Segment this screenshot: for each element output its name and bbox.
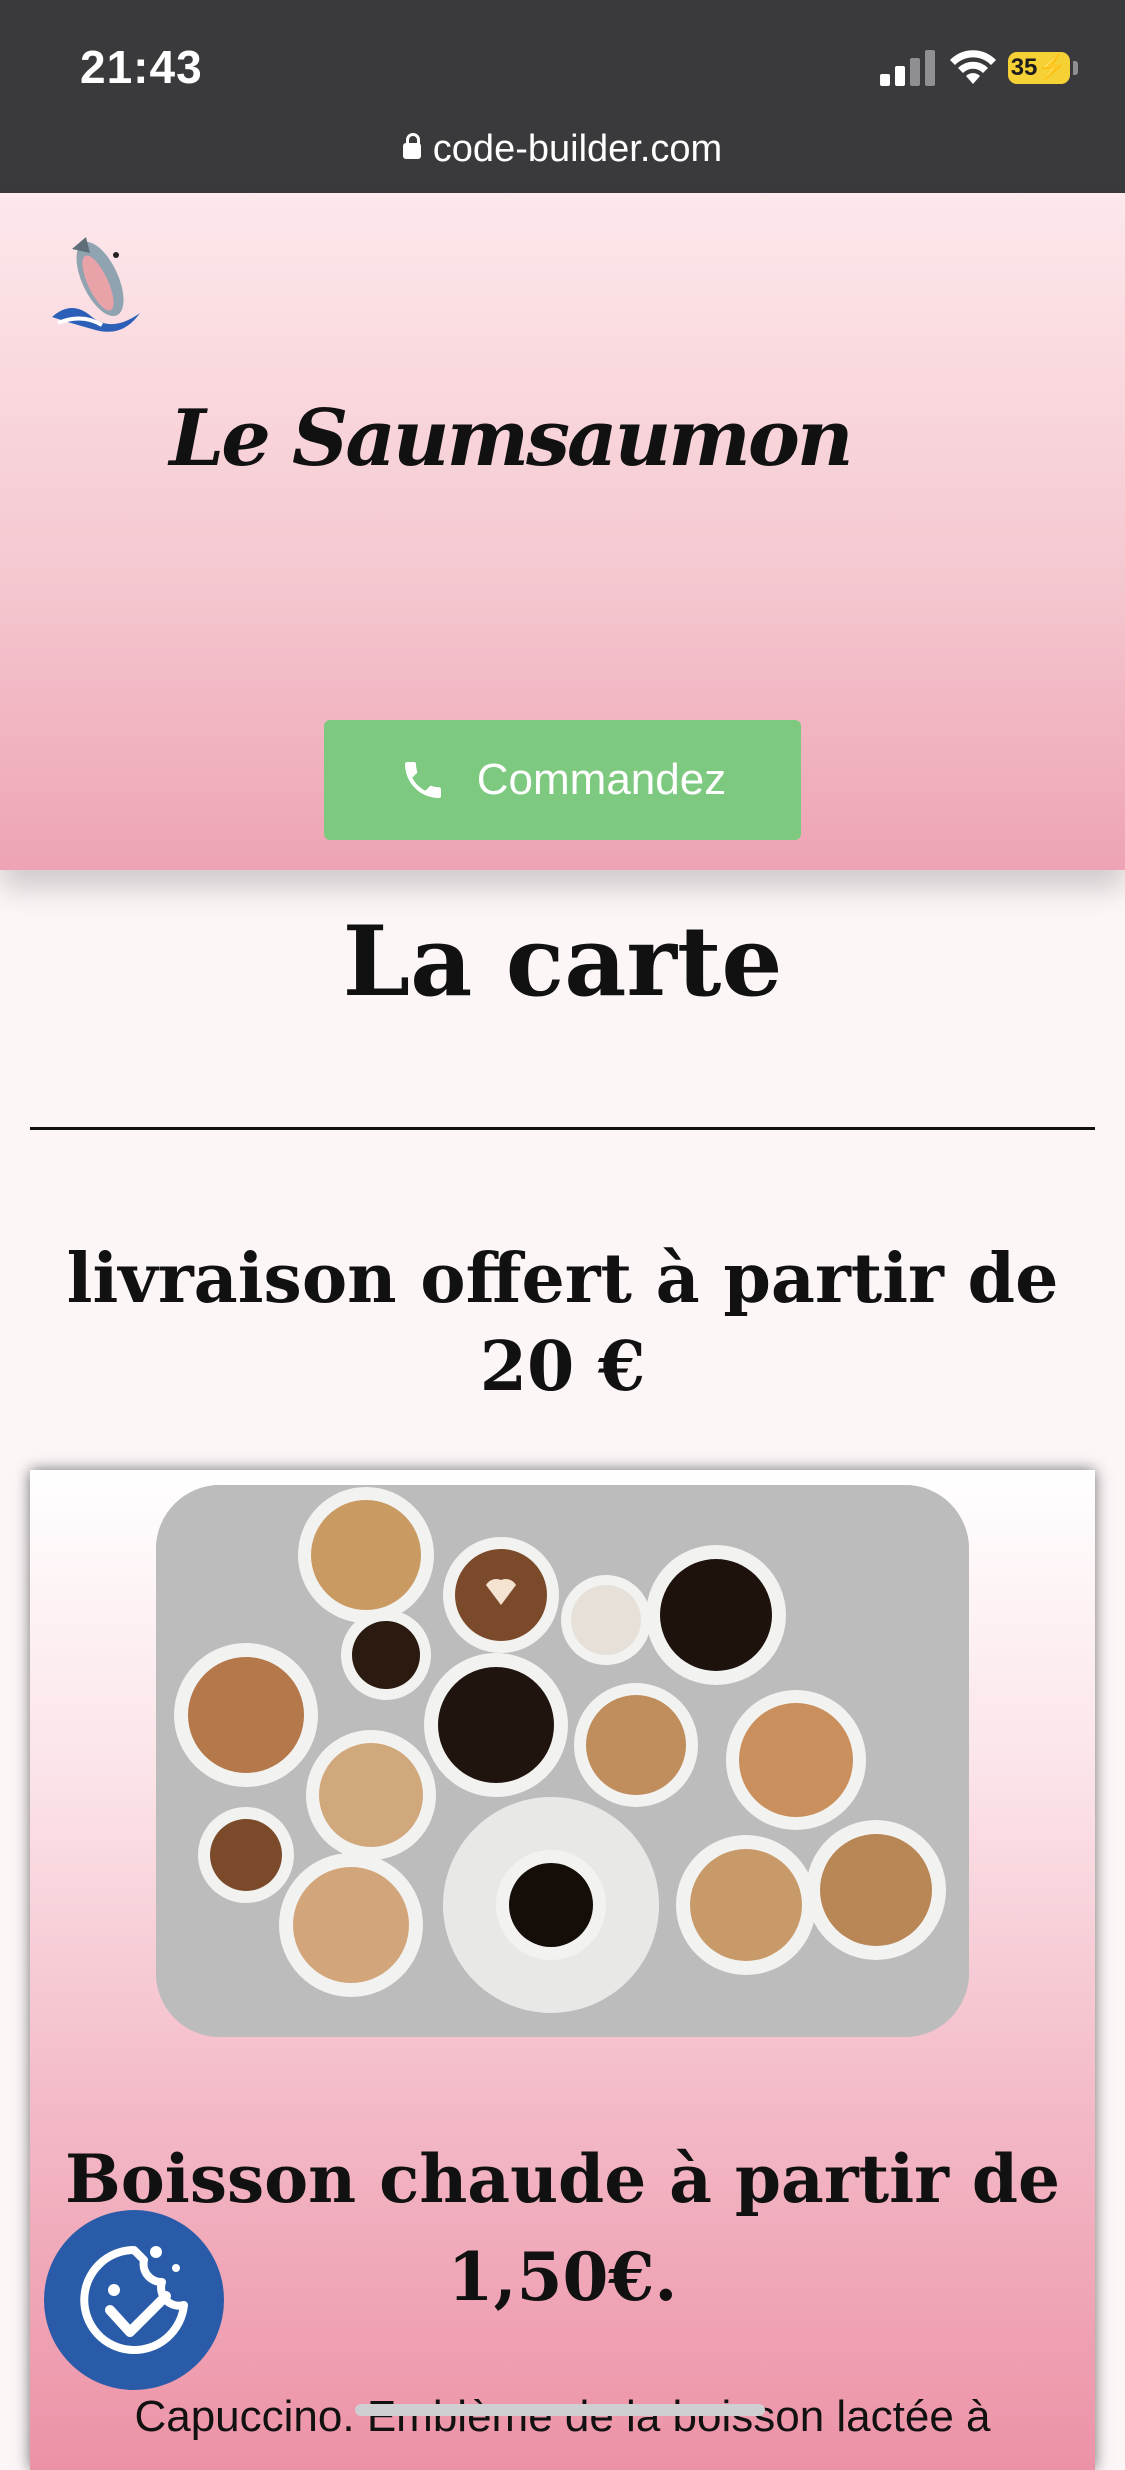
- section-title: La carte: [342, 905, 783, 1018]
- card-description: Capuccino. Emblème de la boisson lactée …: [134, 2392, 991, 2441]
- site-title: Le Saumsaumon: [169, 393, 853, 484]
- coffee-cups-image: [156, 1485, 969, 2037]
- battery-cap: [1073, 61, 1078, 75]
- home-indicator[interactable]: [355, 2404, 765, 2416]
- status-time: 21:43: [80, 41, 203, 93]
- phone-icon: [404, 762, 441, 798]
- salmon-logo-icon[interactable]: [42, 229, 152, 339]
- site-header: Le Saumsaumon Commandez: [0, 193, 1125, 870]
- order-button-label: Commandez: [476, 755, 727, 804]
- delivery-note: livraison offert à partir de 20 €: [66, 1239, 1059, 1407]
- section-divider: [30, 1127, 1095, 1130]
- status-bar: 21:43 35⚡ code-builder.com: [0, 0, 1125, 193]
- cookie-consent-icon: [80, 2246, 188, 2354]
- cookie-consent-button[interactable]: [44, 2210, 224, 2390]
- lock-icon: [402, 133, 421, 159]
- battery-level: 35: [1010, 54, 1038, 81]
- charging-bolt-icon: ⚡: [1037, 54, 1068, 81]
- address-bar[interactable]: code-builder.com: [0, 128, 1125, 171]
- url-text: code-builder.com: [432, 128, 723, 170]
- order-button[interactable]: Commandez: [324, 720, 801, 840]
- cellular-signal-icon: [880, 50, 936, 86]
- wifi-icon: [950, 50, 996, 84]
- coffee-cups-illustration: [156, 1485, 969, 2037]
- battery-indicator: 35⚡: [1008, 52, 1070, 84]
